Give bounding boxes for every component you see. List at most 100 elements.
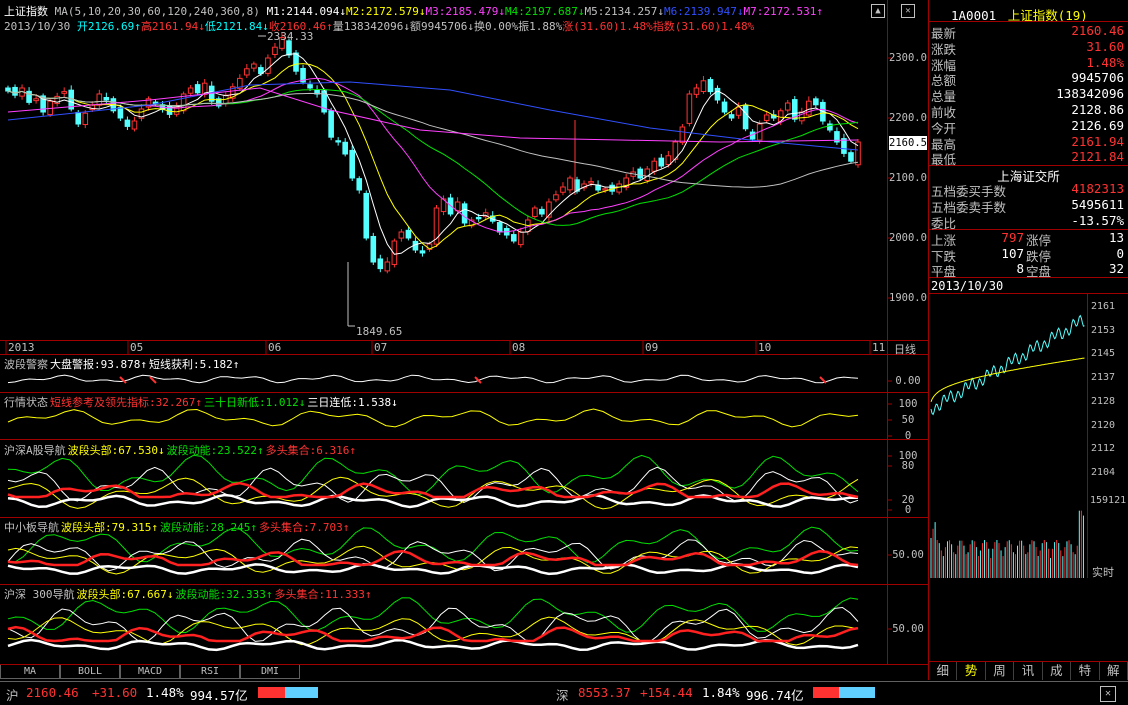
volume-tick: 159121 (1090, 495, 1127, 506)
candle-down (658, 157, 665, 167)
ohlc-value: 量138342096↓ (332, 20, 411, 33)
ma-value: M1:2144.094↓ (266, 5, 347, 18)
indicator-value: 波段头部:67.667↓ (76, 588, 174, 601)
ohlc-value: 振1.88% (518, 20, 563, 33)
intraday-axis-tick: 2145 (1091, 348, 1116, 360)
intraday-axis-tick: 2161 (1091, 301, 1116, 312)
quote-row: 今开 2126.69 (929, 118, 1128, 136)
right-tab[interactable]: 讯 (1014, 662, 1043, 680)
quote-row: 最低 2121.84 (929, 149, 1128, 167)
ohlc-value: 涨(31.60)1.48% (562, 20, 653, 33)
intraday-axis-tick: 2104 (1091, 466, 1116, 478)
candle-up (763, 114, 770, 121)
candle-down (363, 192, 370, 239)
candle-down (848, 152, 854, 162)
ohlc-value: 指数(31.60)1.48% (652, 20, 755, 33)
indicator-line (7, 545, 859, 575)
ohlc-value: 高2161.94↓ (140, 20, 205, 33)
tab-dmi[interactable]: DMI (240, 665, 300, 679)
quote-row: 涨幅 1.48% (929, 54, 1128, 73)
price-axis-tick: 1900.0 (889, 292, 927, 304)
sh-pct: 1.48% (146, 685, 184, 700)
indicator-scale-tick: 50.00 (892, 623, 924, 635)
indicator-title: 中小板导航 波段头部:79.315↑ 波段动能:28.245↑ 多头集合:7.703↑ (4, 519, 351, 535)
candle-up (265, 57, 271, 74)
candle-up (700, 80, 707, 93)
breadth-value: 797 (1001, 230, 1024, 245)
quote-value: 2161.94 (1071, 133, 1124, 149)
candle-up (96, 93, 103, 106)
right-tab[interactable]: 解 (1100, 662, 1128, 680)
close-icon[interactable]: ✕ (1100, 686, 1116, 702)
ohlc-value: 低2121.84↓ (204, 20, 269, 33)
quote-value: 9945706 (1071, 70, 1124, 86)
ohlc-value: 开2126.69↑ (76, 20, 141, 33)
indicator-name: 沪深 300导航 (4, 588, 75, 601)
date-axis-tick: 09 (645, 341, 659, 354)
up-arrow-icon[interactable]: ▲ (871, 4, 885, 18)
indicator-title: 沪深 300导航 波段头部:67.667↓ 波段动能:32.333↑ 多头集合:11.… (4, 586, 373, 602)
candle-down (510, 234, 517, 242)
indicator-value: 短线获利:5.182↑ (148, 358, 240, 371)
breadth-key: 平盘 (931, 264, 957, 279)
candle-up (272, 46, 278, 55)
indicator-line (7, 408, 859, 428)
right-tab[interactable]: 势 (957, 662, 986, 680)
sz-amount: 996.74亿 (746, 688, 804, 703)
breadth-value: 107 (1001, 245, 1024, 261)
tab-boll[interactable]: BOLL (60, 665, 120, 679)
intraday-mini-chart[interactable] (929, 294, 1087, 580)
candle-down (328, 110, 334, 138)
intraday-price-line (930, 314, 1085, 416)
right-tab[interactable]: 细 (929, 662, 958, 680)
candle-up (553, 194, 559, 201)
indicator-value: 三日连低:1.538↓ (307, 396, 398, 409)
ma-value: M5:2134.257↓ (584, 5, 664, 18)
indicator-scale-tick: 0 (904, 504, 912, 516)
price-candlestick-chart[interactable] (0, 0, 887, 340)
candle-up (82, 112, 89, 126)
breadth-value: 32 (1108, 261, 1124, 276)
right-tab[interactable]: 成 (1043, 662, 1072, 680)
tab-macd[interactable]: MACD (120, 665, 180, 679)
indicator-scale-tick: 0.00 (895, 375, 921, 387)
indicator-title: 波段警察 大盘警报:93.878↑ 短线获利:5.182↑ (4, 356, 241, 372)
period-label[interactable]: 日线 (894, 341, 916, 357)
close-icon[interactable]: ✕ (901, 4, 915, 18)
candle-down (26, 90, 32, 103)
candle-down (539, 208, 545, 215)
indicator-scale-tick: 80 (901, 460, 915, 472)
quote-value: 1.48% (1086, 54, 1124, 70)
date-axis-tick: 07 (374, 341, 388, 354)
moving-average-line (7, 63, 859, 250)
right-tab[interactable]: 周 (986, 662, 1015, 680)
indicator-line (119, 376, 127, 384)
mini-chart-date: 2013/10/30 (931, 279, 1004, 293)
sh-breadth-bar (258, 687, 318, 698)
ma-value: M7:2172.531↑ (743, 5, 823, 18)
indicator-title: 沪深A股导航 波段头部:67.530↓ 波段动能:23.522↑ 多头集合:6.316… (4, 442, 358, 458)
sh-value: 2160.46 (26, 685, 79, 700)
sz-value: 8553.37 (578, 685, 631, 700)
tab-ma[interactable]: MA (0, 665, 60, 679)
high-mark-label: 2334.33 (267, 30, 314, 43)
right-tab[interactable]: 特 (1071, 662, 1100, 680)
candle-up (398, 231, 405, 239)
indicator-value: 波段动能:28.245↑ (159, 521, 257, 534)
right-panel-tabs: 细势周讯成特解 (929, 662, 1128, 680)
tab-rsi[interactable]: RSI (180, 665, 240, 679)
quote-value: 2160.46 (1071, 23, 1124, 38)
indicator-line (7, 638, 859, 652)
realtime-label[interactable]: 实时 (1092, 564, 1114, 580)
candle-up (693, 87, 700, 95)
breadth-row: 上涨 797 涨停 13 (929, 230, 1128, 248)
candle-down (5, 87, 11, 92)
indicator-title: 行情状态 短线参考及领先指标:32.267↑ 三十日新低:1.012↓ 三日连低:1.… (4, 394, 400, 410)
current-date: 2013/10/30 (4, 20, 71, 33)
candle-down (370, 235, 377, 263)
candle-up (679, 126, 686, 144)
indicator-line (7, 481, 859, 499)
candle-up (560, 186, 566, 193)
intraday-axis-tick: 2128 (1091, 395, 1116, 407)
ma-params: MA(5,10,20,30,60,120,240,360,8) (54, 5, 260, 18)
